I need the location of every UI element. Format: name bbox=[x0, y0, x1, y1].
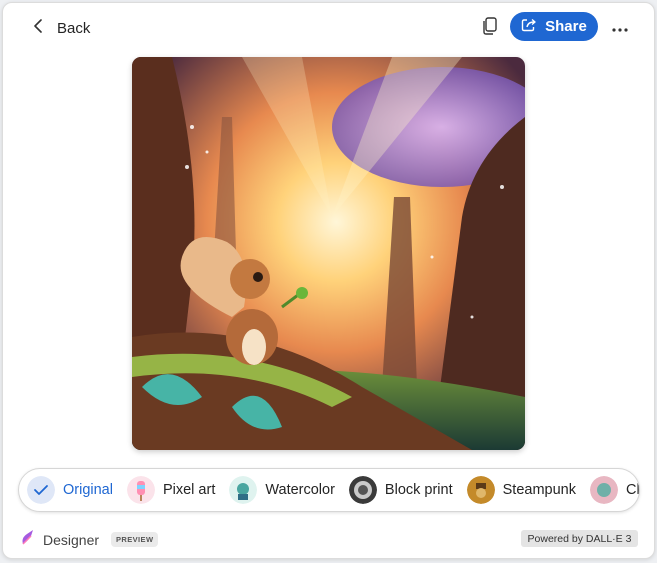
style-label: Block print bbox=[384, 482, 453, 498]
powered-by-label: Powered by DALL·E 3 bbox=[521, 530, 638, 547]
style-label: Steampunk bbox=[502, 482, 576, 498]
designer-panel: Back Share Original Pixel art Watercolor… bbox=[2, 2, 655, 559]
style-block-print[interactable]: Block print bbox=[348, 473, 453, 507]
chevron-left-icon bbox=[33, 18, 43, 38]
block-print-thumbnail bbox=[348, 476, 377, 504]
style-steampunk[interactable]: Steampunk bbox=[466, 473, 576, 507]
style-original[interactable]: Original bbox=[27, 473, 113, 507]
copy-icon bbox=[482, 16, 498, 40]
style-label: Pixel art bbox=[162, 482, 216, 498]
back-label: Back bbox=[57, 19, 91, 37]
share-button[interactable]: Share bbox=[510, 12, 598, 41]
designer-branding: Designer PREVIEW bbox=[19, 528, 159, 551]
style-label: Original bbox=[63, 482, 113, 498]
share-icon bbox=[521, 17, 537, 37]
style-watercolor[interactable]: Watercolor bbox=[229, 473, 335, 507]
style-label: Cla bbox=[625, 482, 640, 498]
more-options-button[interactable] bbox=[607, 15, 633, 41]
preview-badge: PREVIEW bbox=[111, 532, 159, 547]
style-label: Watercolor bbox=[265, 482, 335, 498]
style-selector: Original Pixel art Watercolor Block prin… bbox=[18, 468, 640, 512]
copy-button[interactable] bbox=[477, 15, 503, 41]
pixel-art-thumbnail bbox=[126, 476, 155, 504]
designer-name: Designer bbox=[43, 531, 100, 548]
more-icon bbox=[612, 19, 628, 37]
steampunk-thumbnail bbox=[466, 476, 495, 504]
style-classic[interactable]: Cla bbox=[589, 473, 640, 507]
back-button[interactable]: Back bbox=[33, 15, 90, 41]
designer-logo-icon bbox=[19, 528, 37, 551]
style-pixel-art[interactable]: Pixel art bbox=[126, 473, 216, 507]
check-icon bbox=[27, 476, 55, 504]
watercolor-thumbnail bbox=[229, 476, 258, 504]
generated-image[interactable] bbox=[132, 57, 525, 450]
classic-thumbnail bbox=[589, 476, 618, 504]
share-label: Share bbox=[545, 18, 587, 35]
